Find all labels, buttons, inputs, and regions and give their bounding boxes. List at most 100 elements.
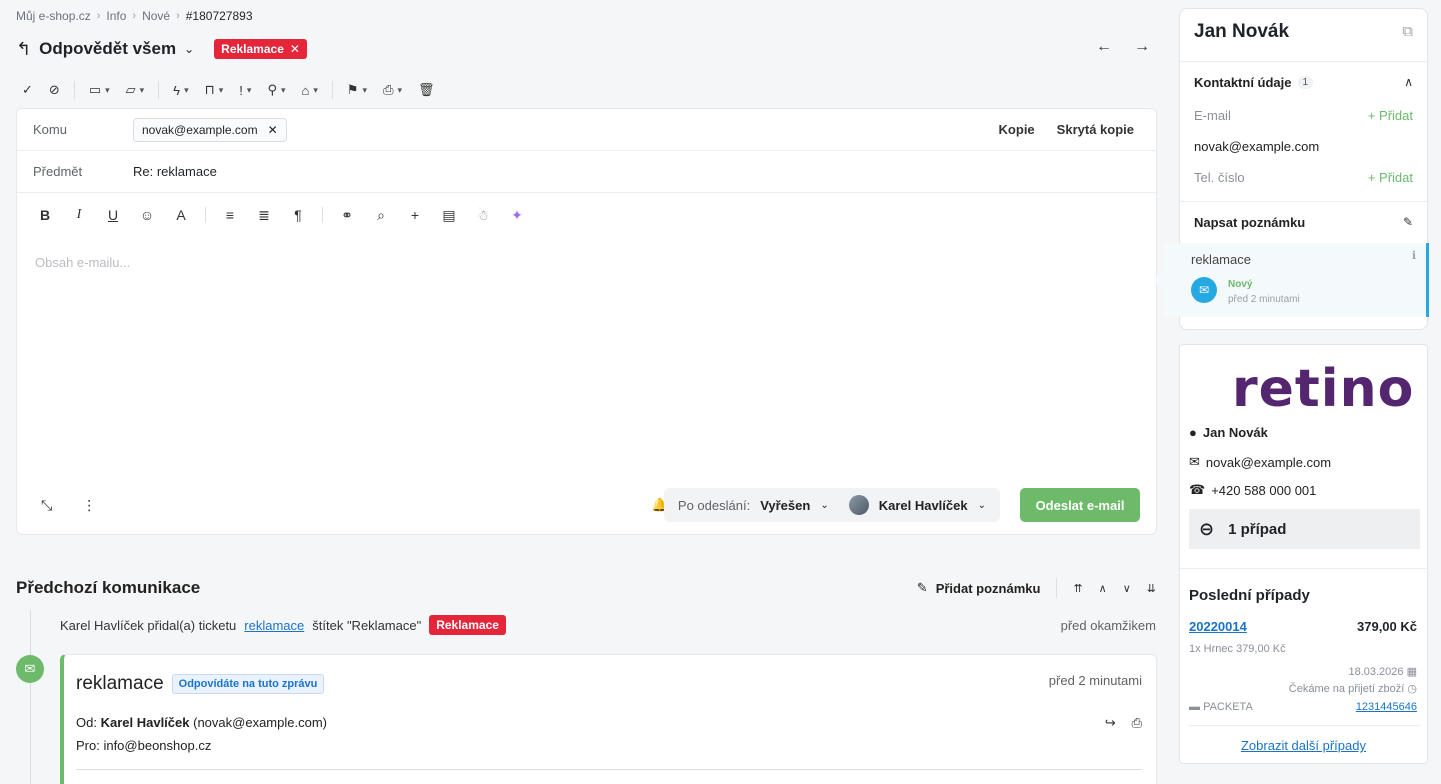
underline-icon[interactable]: U: [103, 207, 123, 223]
flag-dropdown[interactable]: ⚑ ▾: [341, 78, 373, 102]
chevron-down-icon[interactable]: ⌄: [978, 500, 986, 511]
template-icon[interactable]: ▤: [439, 207, 459, 224]
bot-icon[interactable]: ☃: [473, 207, 493, 224]
activity-entry: Karel Havlíček přidal(a) ticketu reklama…: [60, 614, 1156, 636]
message-time: před 2 minutami: [1048, 673, 1142, 688]
breadcrumb-new[interactable]: Nové: [142, 9, 170, 23]
ticket-card[interactable]: reklamace ℹ ✉ Nový před 2 minutami: [1154, 243, 1429, 317]
tag-dropdown[interactable]: ⌂ ▾: [296, 78, 324, 102]
contact-name: Jan Novák: [1194, 21, 1290, 42]
ticket-time: před 2 minutami: [1228, 294, 1300, 305]
cc-button[interactable]: Kopie: [999, 122, 1035, 137]
recipient-email: novak@example.com: [142, 122, 258, 137]
align-left-icon[interactable]: ≡: [220, 207, 240, 223]
ticket-toolbar: ✓ ⊘ ▭ ▾ ▱ ▾ ϟ ▾ ⊓ ▾ ! ▾ ⚲ ▾ ⌂ ▾ ⚑ ▾ ⎙ ▾ 🗑: [16, 78, 441, 102]
insert-icon[interactable]: +: [405, 207, 425, 223]
ai-sparkle-icon[interactable]: ✦: [507, 207, 527, 224]
divider: [1180, 201, 1427, 202]
activity-time: před okamžikem: [1060, 617, 1156, 633]
print-icon[interactable]: ⎙: [1132, 715, 1142, 731]
paragraph-icon[interactable]: ¶: [288, 207, 308, 223]
user-icon: ⚲: [267, 82, 277, 97]
bookmark-dropdown[interactable]: ⊓ ▾: [199, 78, 230, 102]
after-send-status[interactable]: Vyřešen: [760, 498, 810, 513]
collapse-icon[interactable]: ⤡: [41, 497, 52, 514]
remove-recipient-icon[interactable]: ✕: [268, 123, 278, 137]
email-body-input[interactable]: Obsah e-mailu...: [35, 255, 130, 270]
bold-icon[interactable]: B: [35, 207, 55, 223]
toolbar-divider: [158, 81, 160, 99]
cases-count-box[interactable]: ⊖ 1 případ: [1189, 509, 1420, 549]
inbox-dropdown[interactable]: ▭ ▾: [83, 78, 116, 102]
toolbar-divider: [73, 81, 75, 99]
email-icon: ✉: [16, 655, 44, 683]
message-actions: ↪ ⎙: [1105, 715, 1142, 731]
tracking-link[interactable]: 1231445646: [1356, 701, 1417, 713]
italic-icon[interactable]: I: [69, 207, 89, 223]
add-note-button[interactable]: Přidat poznámku: [936, 581, 1041, 596]
align-center-icon[interactable]: ≣: [254, 207, 274, 224]
tag-icon: ⌂: [301, 82, 310, 98]
ticket-link[interactable]: reklamace: [244, 618, 304, 633]
trash-icon[interactable]: 🗑: [412, 78, 441, 102]
breadcrumb-shop[interactable]: Můj e-shop.cz: [16, 9, 91, 23]
next-ticket-icon[interactable]: →: [1134, 38, 1150, 56]
remove-tag-icon[interactable]: ✕: [290, 42, 300, 56]
breadcrumb-info[interactable]: Info: [106, 9, 126, 23]
subject-input[interactable]: Re: reklamace: [133, 164, 217, 179]
previous-communication-actions: ✎ Přidat poznámku ⇈ ∧ ∨ ⇊: [917, 578, 1156, 598]
scroll-down-icon[interactable]: ∨: [1123, 582, 1131, 595]
attachment-icon[interactable]: ⌕: [371, 207, 391, 224]
add-email-button[interactable]: + Přidat: [1368, 108, 1413, 123]
bcc-button[interactable]: Skrytá kopie: [1057, 122, 1134, 137]
scroll-top-icon[interactable]: ⇈: [1073, 582, 1082, 595]
chevron-up-icon[interactable]: ∧: [1404, 75, 1413, 89]
add-phone-button[interactable]: + Přidat: [1368, 170, 1413, 185]
previous-ticket-icon[interactable]: ←: [1096, 38, 1112, 56]
chevron-down-icon[interactable]: ⌄: [820, 500, 828, 511]
case-id-link[interactable]: 20220014: [1189, 619, 1247, 634]
email-value[interactable]: novak@example.com: [1194, 139, 1319, 154]
last-cases-title: Poslední případy: [1189, 587, 1310, 604]
lightning-icon: ϟ: [173, 82, 181, 98]
case-price: 379,00 Kč: [1357, 619, 1417, 634]
folder-dropdown[interactable]: ▱ ▾: [120, 78, 151, 102]
user-icon: ●: [1189, 425, 1197, 440]
scroll-bottom-icon[interactable]: ⇊: [1147, 582, 1156, 595]
send-email-button[interactable]: Odeslat e-mail: [1020, 488, 1140, 522]
link-icon[interactable]: ⚭: [337, 207, 357, 224]
reply-all-icon: ↰: [16, 38, 32, 59]
print-dropdown[interactable]: ⎙ ▾: [377, 78, 408, 102]
priority-dropdown[interactable]: ! ▾: [233, 78, 257, 102]
breadcrumb: Můj e-shop.cz › Info › Nové › #180727893: [16, 9, 253, 23]
scroll-up-icon[interactable]: ∧: [1099, 582, 1107, 595]
footer-left-actions: ⤡ ⋮: [41, 497, 96, 514]
font-size-icon[interactable]: A: [171, 207, 191, 223]
hide-icon[interactable]: ⊘: [43, 78, 66, 102]
recipient-chip[interactable]: novak@example.com ✕: [133, 117, 287, 142]
avatar: [848, 495, 869, 515]
edit-icon[interactable]: ✎: [1403, 215, 1413, 229]
info-icon[interactable]: ℹ: [1412, 249, 1416, 262]
chevron-down-icon[interactable]: ⌄: [184, 42, 194, 56]
message-header: reklamace Odpovídáte na tuto zprávu: [76, 673, 325, 695]
customer-phone: +420 588 000 001: [1211, 482, 1317, 498]
assignee-select[interactable]: Karel Havlíček: [879, 498, 968, 513]
customer-name-row: ● Jan Novák: [1189, 425, 1268, 440]
case-status-text: Čekáme na přijetí zboží: [1288, 683, 1405, 695]
compose-footer: ⤡ ⋮ 🔔 Po odeslání: Vyřešen ⌄ Karel Havlí…: [17, 476, 1156, 534]
show-more-cases-link[interactable]: Zobrazit další případy: [1180, 738, 1427, 753]
print-icon: ⎙: [383, 82, 394, 97]
contact-details-header[interactable]: Kontaktní údaje 1: [1194, 75, 1314, 90]
assign-dropdown[interactable]: ⚲ ▾: [261, 78, 291, 102]
macro-dropdown[interactable]: ϟ ▾: [167, 78, 194, 102]
more-options-icon[interactable]: ⋮: [82, 497, 96, 514]
note-icon: ✎: [916, 580, 928, 595]
resolve-icon[interactable]: ✓: [16, 78, 39, 102]
from-label: Od:: [76, 715, 97, 730]
reply-mode-dropdown[interactable]: Odpovědět všem: [39, 39, 176, 59]
priority-icon: !: [239, 82, 243, 98]
emoji-icon[interactable]: ☺: [137, 207, 157, 223]
external-link-icon[interactable]: ⧉: [1402, 23, 1413, 40]
forward-icon[interactable]: ↪: [1105, 715, 1116, 731]
